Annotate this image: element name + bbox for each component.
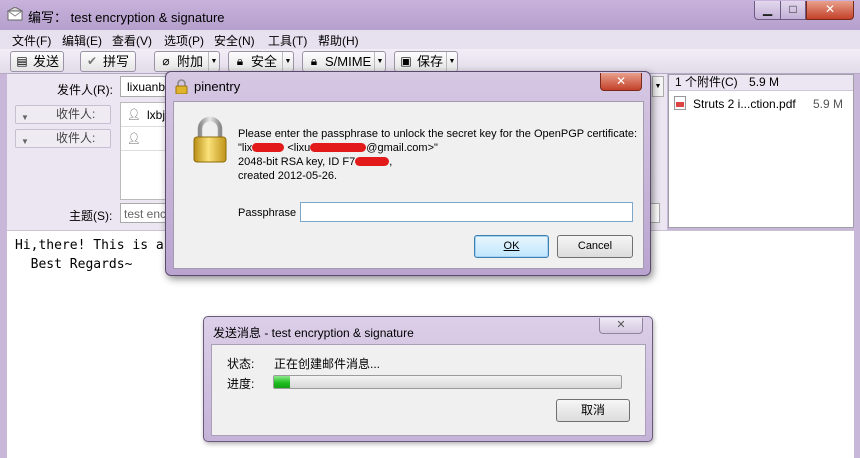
pinentry-message: Please enter the passphrase to unlock th…: [238, 127, 638, 183]
attachment-size: 5.9 M: [813, 97, 844, 111]
ok-label: OK: [503, 240, 520, 252]
person-icon: 👤︎: [127, 133, 141, 145]
send-dialog-body: 状态: 正在创建邮件消息... 进度: 取消: [211, 344, 646, 436]
message-line-4: created 2012-05-26.: [238, 170, 338, 182]
send-icon: ▤: [16, 54, 28, 68]
smime-button[interactable]: 🔒︎ S/MIME ▼: [302, 51, 386, 72]
message-line-2: "lix <lixu @gmail.com>": [238, 141, 638, 155]
send-dialog-close-button[interactable]: ✕: [599, 318, 643, 334]
cancel-send-label: 取消: [580, 403, 605, 417]
passphrase-label: Passphrase: [238, 207, 297, 219]
from-label: 发件人(R):: [57, 83, 113, 97]
spell-label: 拼写: [103, 54, 130, 69]
cancel-send-button[interactable]: 取消: [556, 399, 630, 422]
chevron-down-icon[interactable]: ▼: [282, 52, 293, 71]
paperclip-icon: ⌀: [162, 54, 170, 68]
recipient-row-2[interactable]: 👤︎: [121, 127, 171, 151]
checkmark-icon: ✔: [86, 54, 98, 68]
message-line-1: Please enter the passphrase to unlock th…: [238, 128, 638, 140]
passphrase-input[interactable]: [300, 202, 633, 222]
progress-fill: [274, 376, 290, 388]
ok-button[interactable]: OK: [474, 235, 549, 258]
pinentry-close-button[interactable]: ✕: [600, 73, 642, 91]
title-bar[interactable]: 编写： test encryption & signature ▁ □ ✕: [0, 0, 860, 30]
padlock-icon: [193, 116, 227, 163]
chevron-down-icon: ▼: [21, 137, 29, 146]
subject-value: test enc: [124, 207, 167, 221]
minimize-button[interactable]: ▁: [754, 1, 781, 20]
save-button[interactable]: ▣ 保存 ▼: [394, 51, 458, 72]
attach-button[interactable]: ⌀ 附加 ▼: [154, 51, 220, 72]
menu-file[interactable]: 文件(F): [12, 32, 51, 49]
security-label: 安全: [251, 54, 278, 69]
chevron-down-icon[interactable]: ▼: [446, 52, 457, 71]
menu-bar: 文件(F) 编辑(E) 查看(V) 选项(P) 安全(N) 工具(T) 帮助(H…: [0, 30, 860, 49]
padlock-icon: 🔒︎: [310, 54, 318, 68]
status-value: 正在创建邮件消息...: [274, 357, 381, 371]
pinentry-body: Please enter the passphrase to unlock th…: [173, 101, 644, 269]
chevron-down-icon: ▼: [21, 113, 29, 122]
redaction-mark: [355, 157, 390, 166]
lock-icon: [175, 79, 188, 94]
recipient-type-select-2[interactable]: ▼ 收件人:: [15, 129, 111, 148]
maximize-button[interactable]: □: [780, 1, 806, 20]
send-dialog-title: 发送消息 - test encryption & signature: [213, 326, 414, 340]
progress-bar: [273, 375, 622, 389]
from-dropdown-arrow[interactable]: ▼: [652, 76, 664, 97]
body-line-1: Hi,there! This is a: [15, 238, 164, 253]
progress-label: 进度:: [227, 377, 255, 391]
attachment-item[interactable]: Struts 2 i...ction.pdf 5.9 M: [669, 94, 853, 114]
lock-icon: 🔒︎: [236, 54, 244, 68]
to-label: 收件人:: [56, 107, 96, 121]
menu-options[interactable]: 选项(P): [164, 32, 204, 49]
key-id-end: ,: [389, 156, 393, 168]
menu-edit[interactable]: 编辑(E): [62, 32, 102, 49]
body-line-2: Best Regards~: [15, 257, 133, 272]
security-button[interactable]: 🔒︎ 安全 ▼: [228, 51, 294, 72]
redaction-mark: [252, 143, 285, 152]
attachment-count: 1 个附件(C): [675, 75, 738, 89]
cancel-label: Cancel: [577, 240, 613, 252]
from-value: lixuanb: [127, 80, 166, 94]
email-suffix: @gmail.com>": [366, 142, 438, 154]
email-prefix: <lixu: [284, 142, 311, 154]
to2-label: 收件人:: [56, 131, 96, 145]
send-label: 发送: [33, 54, 60, 69]
key-id: 2048-bit RSA key, ID F7: [238, 156, 356, 168]
spell-button[interactable]: ✔ 拼写: [80, 51, 136, 72]
pinentry-dialog: pinentry ✕ Please enter the passphrase t…: [165, 71, 651, 276]
to-value: lxbj: [147, 108, 166, 122]
save-label: 保存: [417, 54, 444, 69]
person-icon: 👤︎: [127, 109, 141, 121]
attach-label: 附加: [177, 54, 204, 69]
floppy-icon: ▣: [400, 54, 412, 68]
user-name-prefix: "lix: [238, 142, 253, 154]
status-label: 状态:: [227, 357, 255, 371]
window-title: 编写： test encryption & signature: [28, 10, 225, 25]
chevron-down-icon[interactable]: ▼: [374, 52, 385, 71]
cancel-button[interactable]: Cancel: [557, 235, 633, 258]
compose-app-icon: [7, 7, 23, 21]
send-button[interactable]: ▤ 发送: [10, 51, 64, 72]
attachment-total-size: 5.9 M: [749, 75, 780, 89]
pdf-file-icon: [674, 96, 686, 110]
recipient-type-select-1[interactable]: ▼ 收件人:: [15, 105, 111, 124]
close-button[interactable]: ✕: [806, 1, 854, 20]
subject-label: 主题(S):: [69, 209, 113, 223]
chevron-down-icon[interactable]: ▼: [208, 52, 219, 71]
recipient-row-1[interactable]: 👤︎ lxbj: [121, 103, 171, 127]
menu-help[interactable]: 帮助(H): [318, 32, 359, 49]
redaction-mark: [310, 143, 367, 152]
smime-label: S/MIME: [325, 54, 372, 69]
attachment-panel: 1 个附件(C) 5.9 M Struts 2 i...ction.pdf 5.…: [668, 74, 854, 228]
pinentry-title: pinentry: [194, 79, 241, 94]
menu-security[interactable]: 安全(N): [214, 32, 255, 49]
attachment-name: Struts 2 i...ction.pdf: [693, 97, 796, 111]
menu-tools[interactable]: 工具(T): [268, 32, 307, 49]
menu-view[interactable]: 查看(V): [112, 32, 152, 49]
send-message-dialog: 发送消息 - test encryption & signature ✕ 状态:…: [203, 316, 653, 442]
attachment-header[interactable]: 1 个附件(C) 5.9 M: [669, 75, 853, 91]
message-line-3: 2048-bit RSA key, ID F7,: [238, 155, 638, 169]
